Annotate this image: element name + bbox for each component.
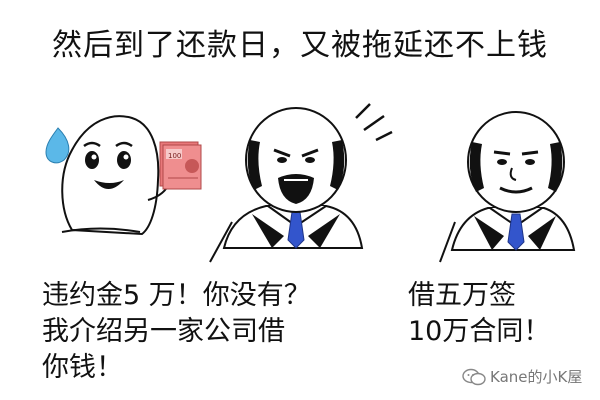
watermark: Kane的小K屋 <box>462 366 582 387</box>
wechat-watermark-icon <box>462 368 486 385</box>
sweat-drop-icon <box>45 127 70 164</box>
right-caption-line: 借五万签 <box>408 280 516 311</box>
right-caption: 借五万签 10万合同！ <box>408 278 550 350</box>
calm-boss-character <box>450 111 576 251</box>
left-caption-line: 我介绍另一家公司借 <box>42 316 285 347</box>
right-caption-line: 10万合同！ <box>408 316 551 347</box>
left-caption-line: 违约金5 万！你没有？ <box>42 280 311 311</box>
left-caption: 违约金5 万！你没有？ 我介绍另一家公司借 你钱！ <box>42 278 311 386</box>
shouting-boss-character <box>222 107 364 249</box>
shout-lines <box>355 103 393 142</box>
left-caption-line: 你钱！ <box>42 352 123 383</box>
speech-tail-right <box>439 221 456 263</box>
watermark-text: Kane的小K屋 <box>490 368 583 386</box>
doll-character <box>61 115 169 236</box>
meme-panel: 然后到了还款日，又被拖延还不上钱 100 违约金5 万！你没有？ 我介绍另一家公… <box>0 0 600 400</box>
banknote-denomination: 100 <box>168 152 181 160</box>
banknote-stack <box>159 141 202 190</box>
